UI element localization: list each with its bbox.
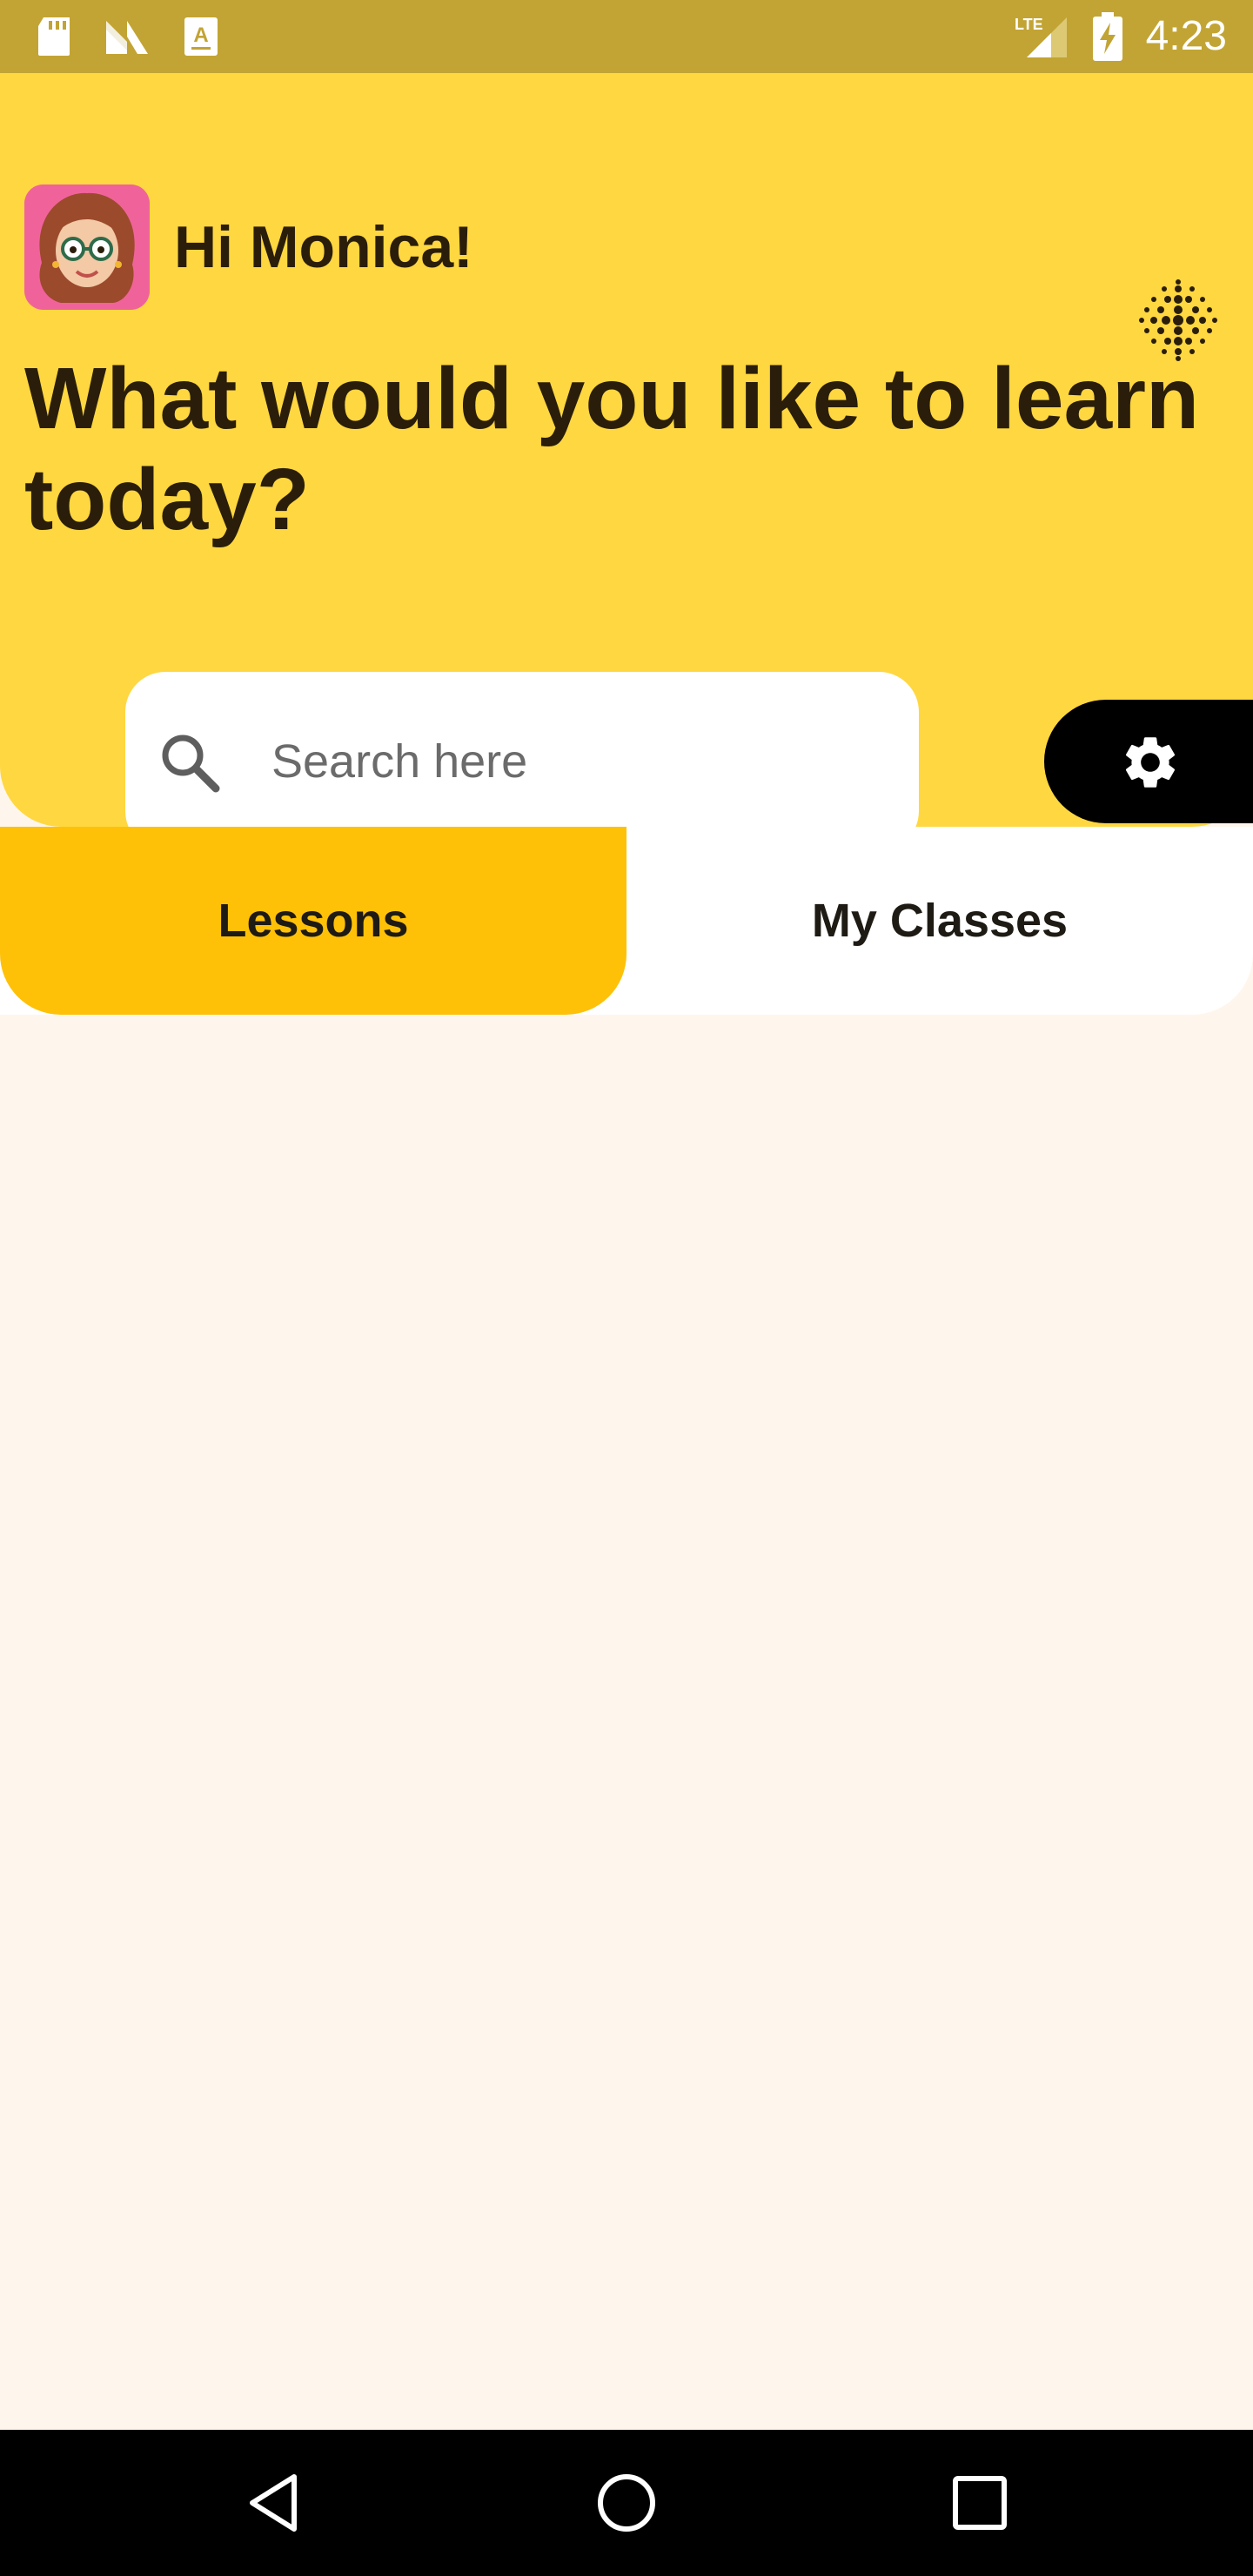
- recents-icon[interactable]: [945, 2468, 1015, 2538]
- headline-text: What would you like to learn today?: [24, 350, 1200, 548]
- search-box[interactable]: [125, 672, 919, 851]
- sd-card-icon: [35, 16, 73, 62]
- text-a-icon: A: [183, 16, 219, 62]
- lte-label: LTE: [1015, 16, 1043, 33]
- app-screen: A LTE 4:23 Hi Monica! What would you lik…: [0, 0, 1253, 2576]
- search-icon: [157, 729, 223, 795]
- status-time: 4:23: [1145, 13, 1227, 59]
- lte-signal-icon: LTE: [1013, 14, 1069, 64]
- navigation-bar: [0, 2430, 1253, 2576]
- notification-n-icon: [103, 16, 151, 62]
- battery-charging-icon: [1093, 12, 1122, 65]
- home-icon[interactable]: [592, 2468, 661, 2538]
- lessons-content-area: [0, 1015, 1253, 2430]
- status-bar: A LTE 4:23: [0, 0, 1253, 73]
- svg-text:A: A: [193, 23, 208, 47]
- back-icon[interactable]: [240, 2468, 310, 2538]
- tab-my-classes[interactable]: My Classes: [626, 827, 1253, 1015]
- avatar-monica-icon: [24, 184, 150, 310]
- gear-icon: [1125, 737, 1176, 788]
- settings-button[interactable]: [1044, 700, 1253, 823]
- greeting-text: Hi Monica!: [174, 214, 473, 280]
- tab-bar: Lessons My Classes: [0, 827, 1253, 1015]
- tab-lessons[interactable]: Lessons: [0, 827, 626, 1015]
- search-input[interactable]: [271, 722, 881, 801]
- header-panel: Hi Monica! What would you like to learn …: [0, 73, 1253, 851]
- avatar[interactable]: [24, 184, 150, 310]
